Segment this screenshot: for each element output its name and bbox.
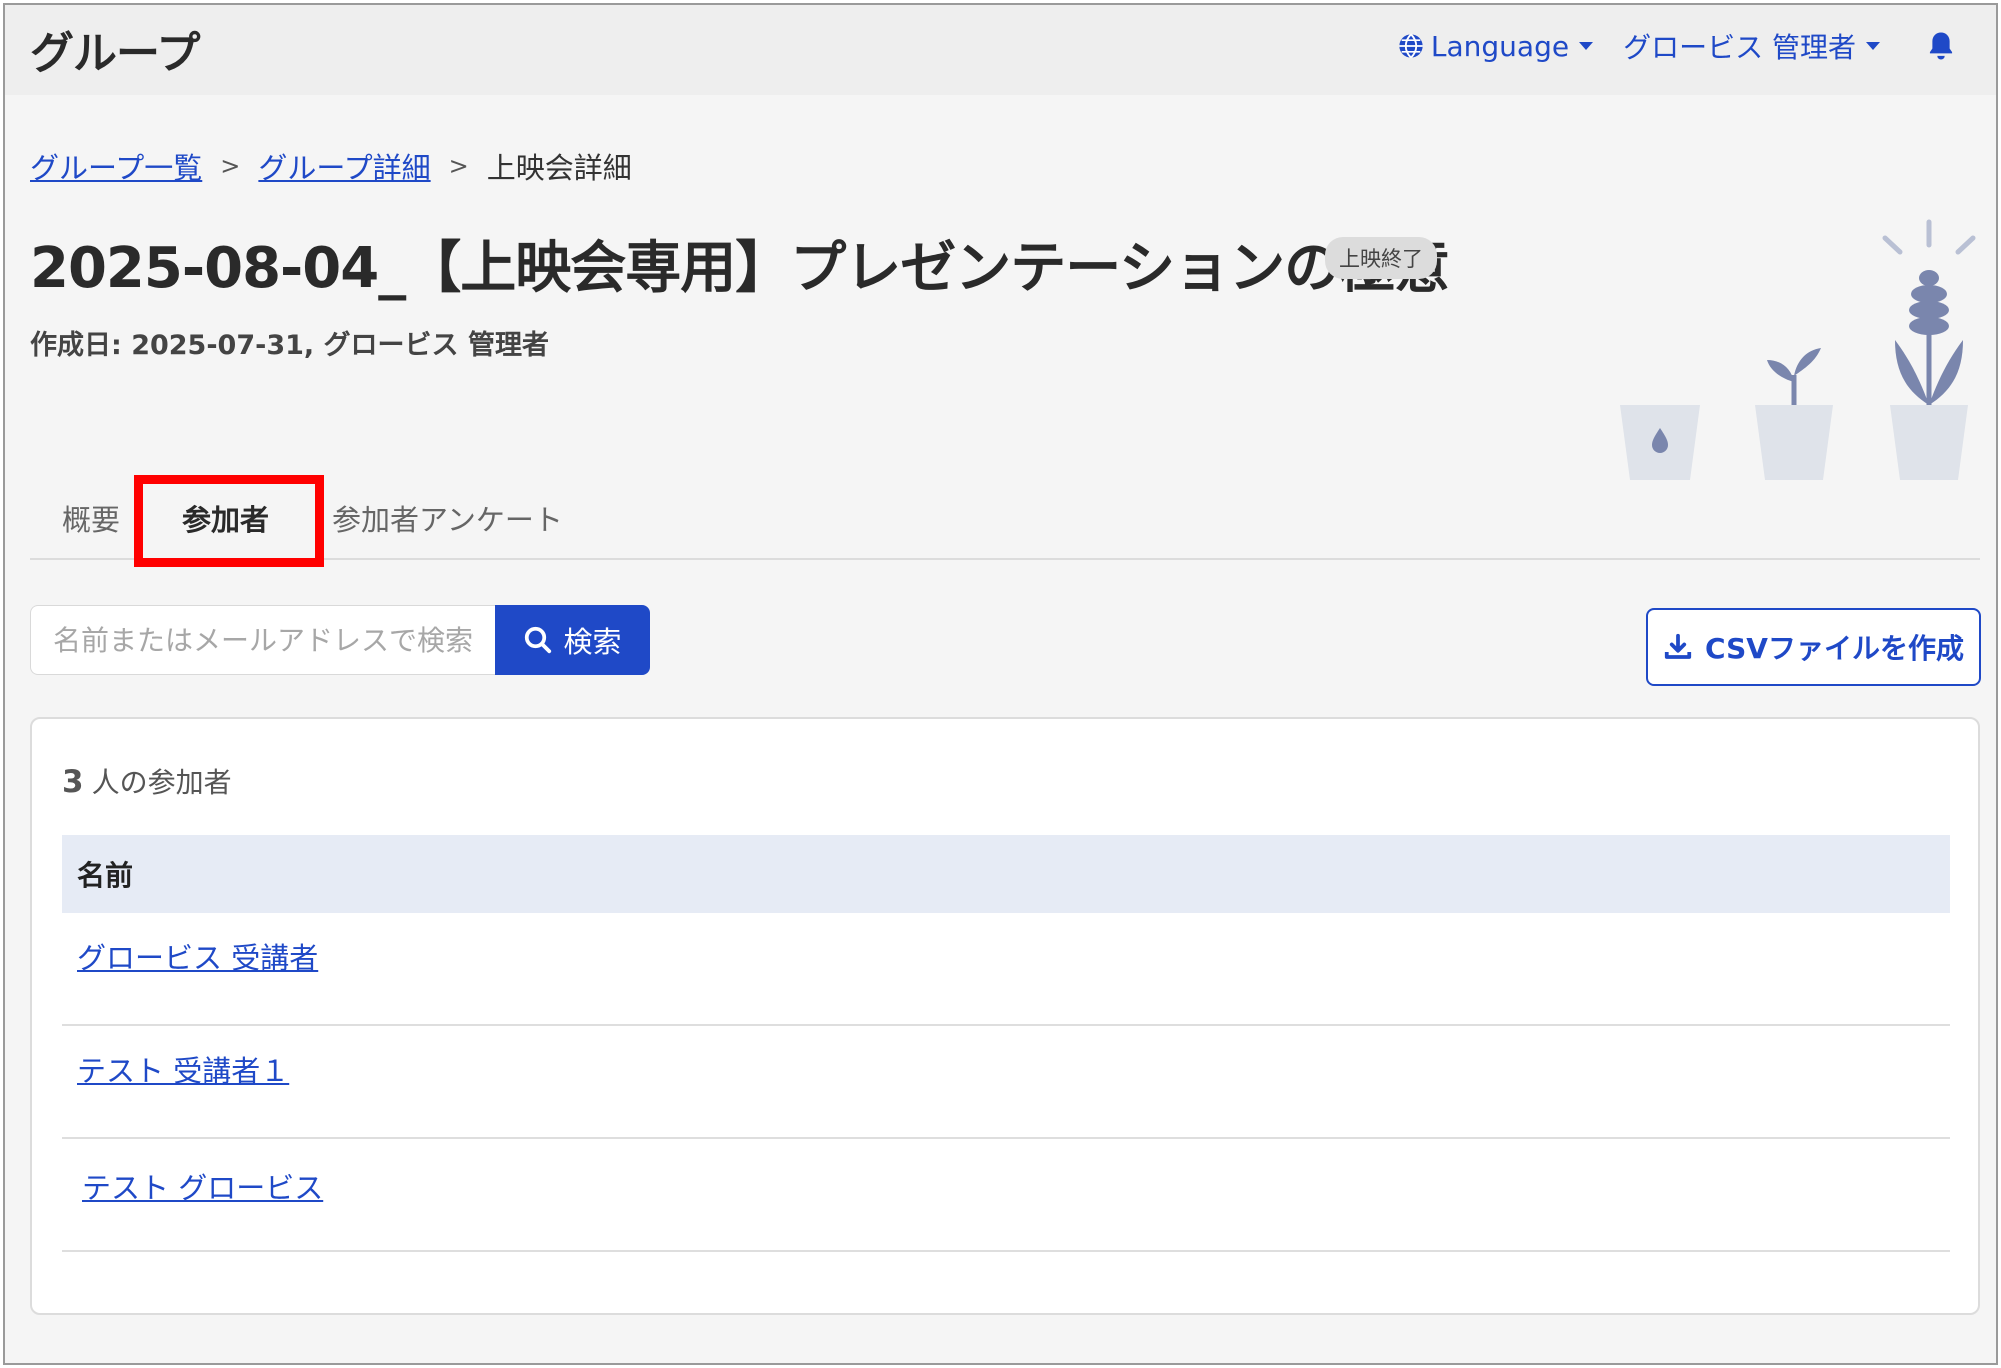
participants-table: 名前 グロービス 受講者 テスト 受講者１ テスト グロービス (62, 835, 1950, 1252)
download-icon (1664, 633, 1692, 659)
breadcrumb-group-detail[interactable]: グループ詳細 (258, 145, 430, 187)
participants-card: 3 人の参加者 名前 グロービス 受講者 テスト 受講者１ テスト グロービス (30, 717, 1980, 1315)
created-meta: 作成日: 2025-07-31, グロービス 管理者 (30, 330, 549, 361)
user-name: グロービス 管理者 (1623, 31, 1856, 64)
search-button-label: 検索 (563, 625, 622, 659)
app-window: グループ Language グロービス 管理者 グループ一覧 > グループ詳細 … (3, 3, 1998, 1365)
plant-pots-illustration (1620, 219, 1976, 480)
participant-link[interactable]: テスト 受講者１ (77, 1054, 289, 1088)
app-title: グループ (30, 28, 200, 79)
participant-link[interactable]: グロービス 受講者 (77, 941, 318, 975)
status-badge: 上映終了 (1325, 237, 1437, 279)
top-bar-actions: Language グロービス 管理者 (1397, 23, 1956, 69)
highlight-box (134, 475, 324, 567)
tab-bar: 概要 参加者 参加者アンケート (30, 475, 1980, 567)
participant-link[interactable]: テスト グロービス (82, 1171, 323, 1205)
search-input[interactable] (30, 605, 495, 675)
bell-icon[interactable] (1926, 30, 1956, 62)
tab-participant-survey[interactable]: 参加者アンケート (332, 497, 563, 539)
table-header-name: 名前 (62, 835, 1950, 913)
chevron-down-icon (1579, 42, 1594, 50)
language-menu[interactable]: Language (1397, 29, 1594, 63)
breadcrumb-current: 上映会詳細 (486, 151, 632, 185)
search-icon (525, 626, 552, 654)
participant-count: 3 人の参加者 (62, 761, 232, 801)
participant-count-number: 3 (62, 764, 84, 800)
breadcrumb-separator: > (220, 152, 241, 180)
user-menu[interactable]: グロービス 管理者 (1623, 26, 1880, 66)
tab-overview[interactable]: 概要 (62, 497, 120, 539)
breadcrumb-separator: > (448, 152, 469, 180)
breadcrumb-group-list[interactable]: グループ一覧 (30, 145, 202, 187)
top-bar: グループ Language グロービス 管理者 (5, 5, 1996, 95)
page-title: 2025-08-04_【上映会専用】プレゼンテーションの極意 (30, 236, 1450, 301)
language-label: Language (1430, 29, 1570, 63)
chevron-down-icon (1866, 42, 1880, 50)
table-row: テスト 受講者１ (62, 1026, 1950, 1139)
create-csv-label: CSVファイルを作成 (1705, 632, 1964, 665)
breadcrumb: グループ一覧 > グループ詳細 > 上映会詳細 (30, 145, 632, 187)
create-csv-button[interactable]: CSVファイルを作成 (1646, 608, 1981, 686)
table-row: グロービス 受講者 (62, 913, 1950, 1026)
table-row: テスト グロービス (62, 1139, 1950, 1252)
globe-icon (1399, 33, 1423, 59)
participant-count-label: 人の参加者 (91, 766, 232, 799)
search-button[interactable]: 検索 (495, 605, 650, 675)
